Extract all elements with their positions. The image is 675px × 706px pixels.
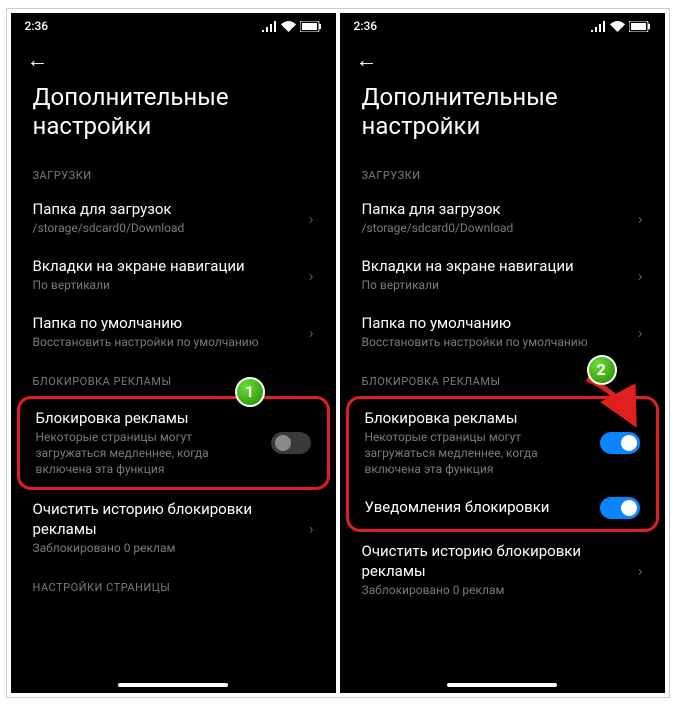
section-page-settings: НАСТРОЙКИ СТРАНИЦЫ xyxy=(11,567,336,602)
signal-icon xyxy=(591,21,606,32)
battery-icon xyxy=(629,21,651,32)
row-sub: По вертикали xyxy=(33,278,299,294)
toggle-adblock[interactable] xyxy=(271,432,311,454)
back-row: ← xyxy=(340,39,665,77)
home-indicator[interactable] xyxy=(447,683,557,687)
chevron-right-icon: › xyxy=(638,561,643,580)
back-row: ← xyxy=(11,39,336,77)
row-adblock-toggle[interactable]: Блокировка рекламы Некоторые страницы мо… xyxy=(20,399,327,487)
section-downloads: ЗАГРУЗКИ xyxy=(340,155,665,190)
row-adblock-toggle[interactable]: Блокировка рекламы Некоторые страницы мо… xyxy=(349,399,656,487)
battery-icon xyxy=(300,21,322,32)
section-adblock-text: БЛОКИРОВКА РЕКЛАМЫ xyxy=(362,375,501,388)
page-title: Дополнительные настройки xyxy=(340,77,665,155)
row-sub: Восстановить настройки по умолчанию xyxy=(362,335,628,351)
row-label: Блокировка рекламы xyxy=(365,409,590,429)
signal-icon xyxy=(262,21,277,32)
row-label: Папка для загрузок xyxy=(33,200,299,220)
row-default-folder[interactable]: Папка по умолчанию Восстановить настройк… xyxy=(11,304,336,361)
back-icon[interactable]: ← xyxy=(27,48,49,73)
row-sub: Восстановить настройки по умолчанию xyxy=(33,335,299,351)
row-label: Папка по умолчанию xyxy=(362,314,628,334)
chevron-right-icon: › xyxy=(638,323,643,342)
status-icons xyxy=(591,21,651,32)
row-sub: По вертикали xyxy=(362,278,628,294)
row-clear-history[interactable]: Очистить историю блокировки рекламы Забл… xyxy=(340,532,665,609)
toggle-adblock[interactable] xyxy=(600,432,640,454)
row-sub: Заблокировано 0 реклам xyxy=(362,583,628,599)
phone-screen-left: 2:36 ← Дополнительные настройки ЗАГРУЗКИ… xyxy=(11,13,336,693)
wifi-icon xyxy=(281,21,296,32)
highlight-step-2: Блокировка рекламы Некоторые страницы мо… xyxy=(346,396,659,532)
highlight-step-1: 1 Блокировка рекламы Некоторые страницы … xyxy=(17,396,330,490)
row-sub: Некоторые страницы могут загружаться мед… xyxy=(365,430,590,477)
section-downloads: ЗАГРУЗКИ xyxy=(11,155,336,190)
chevron-right-icon: › xyxy=(309,209,314,228)
row-label: Очистить историю блокировки рекламы xyxy=(33,500,299,539)
chevron-right-icon: › xyxy=(309,519,314,538)
status-time: 2:36 xyxy=(354,19,378,33)
row-label: Блокировка рекламы xyxy=(36,409,261,429)
row-sub: /storage/sdcard0/Download xyxy=(33,221,299,237)
page-title: Дополнительные настройки xyxy=(11,77,336,155)
row-label: Уведомления блокировки xyxy=(365,498,590,518)
home-indicator[interactable] xyxy=(118,683,228,687)
status-icons xyxy=(262,21,322,32)
row-sub: /storage/sdcard0/Download xyxy=(362,221,628,237)
chevron-right-icon: › xyxy=(309,266,314,285)
row-clear-history[interactable]: Очистить историю блокировки рекламы Забл… xyxy=(11,490,336,567)
status-bar: 2:36 xyxy=(11,13,336,39)
row-sub: Некоторые страницы могут загружаться мед… xyxy=(36,430,261,477)
back-icon[interactable]: ← xyxy=(356,48,378,73)
section-adblock: БЛОКИРОВКА РЕКЛАМЫ 2 xyxy=(340,361,665,396)
wifi-icon xyxy=(610,21,625,32)
row-download-folder[interactable]: Папка для загрузок /storage/sdcard0/Down… xyxy=(340,190,665,247)
row-label: Очистить историю блокировки рекламы xyxy=(362,542,628,581)
row-sub: Заблокировано 0 реклам xyxy=(33,541,299,557)
status-bar: 2:36 xyxy=(340,13,665,39)
chevron-right-icon: › xyxy=(638,209,643,228)
row-default-folder[interactable]: Папка по умолчанию Восстановить настройк… xyxy=(340,304,665,361)
toggle-adblock-notify[interactable] xyxy=(600,497,640,519)
row-nav-tabs[interactable]: Вкладки на экране навигации По вертикали… xyxy=(11,247,336,304)
row-label: Вкладки на экране навигации xyxy=(33,257,299,277)
row-label: Папка по умолчанию xyxy=(33,314,299,334)
section-adblock: БЛОКИРОВКА РЕКЛАМЫ xyxy=(11,361,336,396)
chevron-right-icon: › xyxy=(638,266,643,285)
row-download-folder[interactable]: Папка для загрузок /storage/sdcard0/Down… xyxy=(11,190,336,247)
status-time: 2:36 xyxy=(25,19,49,33)
row-adblock-notify[interactable]: Уведомления блокировки xyxy=(349,487,656,529)
row-label: Папка для загрузок xyxy=(362,200,628,220)
row-nav-tabs[interactable]: Вкладки на экране навигации По вертикали… xyxy=(340,247,665,304)
step-badge-2: 2 xyxy=(587,355,617,385)
phone-screen-right: 2:36 ← Дополнительные настройки ЗАГРУЗКИ… xyxy=(340,13,665,693)
step-badge-1: 1 xyxy=(235,377,265,407)
row-label: Вкладки на экране навигации xyxy=(362,257,628,277)
chevron-right-icon: › xyxy=(309,323,314,342)
